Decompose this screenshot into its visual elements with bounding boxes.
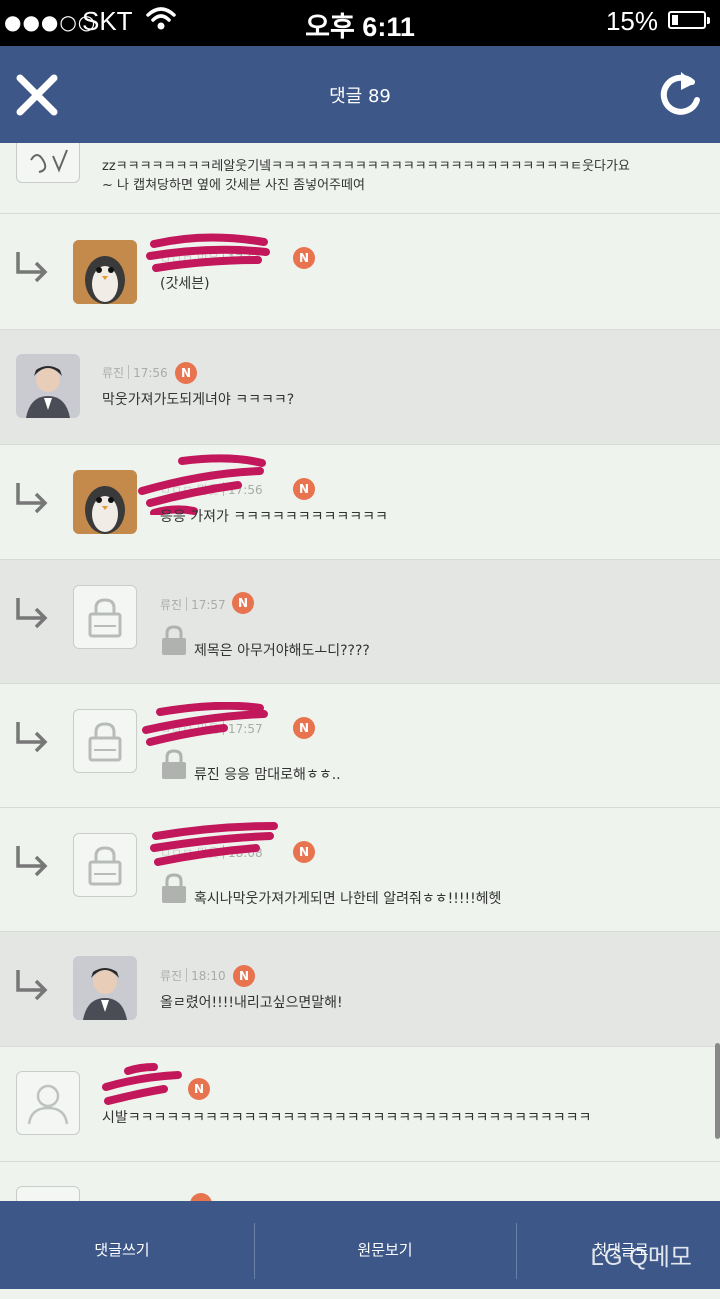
battery-percent: 15% xyxy=(605,6,658,36)
redaction-mark xyxy=(146,233,270,272)
divider xyxy=(254,1223,255,1279)
new-badge: N xyxy=(293,478,315,500)
lock-icon xyxy=(162,873,186,903)
new-badge: N xyxy=(188,1078,210,1100)
new-badge: N xyxy=(293,247,315,269)
locked-avatar xyxy=(73,709,137,773)
comment-text: 혹시나막웃가져가게되면 나한테 알려줘ㅎㅎ!!!!!헤헷 xyxy=(194,891,502,907)
view-original-button[interactable]: 원문보기 xyxy=(266,1201,504,1289)
user-photo-avatar xyxy=(16,354,80,418)
redaction-mark xyxy=(142,702,268,746)
reply-item[interactable]: 류진 18:10 N 올ㄹ렸어!!!!내리고싶으면말해! xyxy=(0,932,720,1047)
default-profile-avatar xyxy=(16,1186,80,1201)
comment-meta: 류진 17:57 xyxy=(160,597,226,612)
reply-arrow-icon xyxy=(16,970,48,1001)
new-badge: N xyxy=(175,362,197,384)
reply-item[interactable]: 류진 17:57 N 제목은 아무거야해도ㅗ디???? xyxy=(0,560,720,684)
reply-arrow-icon xyxy=(16,846,48,877)
penguin-avatar xyxy=(73,240,137,304)
comment-text: 제목은 아무거야해도ㅗ디???? xyxy=(194,643,370,659)
locked-avatar xyxy=(73,833,137,897)
comment-text: (갓세븐) xyxy=(160,276,210,292)
redaction-mark xyxy=(150,822,278,866)
comment-count-title: 댓글 89 xyxy=(329,86,391,107)
author-name: 류진 xyxy=(160,969,183,983)
comment-meta: 류진 18:10 xyxy=(160,968,226,983)
penguin-avatar xyxy=(73,470,137,534)
lock-icon xyxy=(162,749,186,779)
refresh-icon[interactable] xyxy=(652,66,708,122)
bottom-bar: 댓글쓰기 원문보기 첫댓글로 LG Q메모 xyxy=(0,1201,720,1289)
comment-item[interactable]: N 시발ㅋㅋㅋㅋㅋㅋㅋㅋㅋㅋㅋㅋㅋㅋㅋㅋㅋㅋㅋㅋㅋㅋㅋㅋㅋㅋㅋㅋㅋㅋㅋㅋㅋㅋㅋㅋ xyxy=(0,1047,720,1162)
comment-text: 시발ㅋㅋㅋㅋㅋㅋㅋㅋㅋㅋㅋㅋㅋㅋㅋㅋㅋㅋㅋㅋㅋㅋㅋㅋㅋㅋㅋㅋㅋㅋㅋㅋㅋㅋㅋㅋ xyxy=(102,1110,592,1126)
author-name: 류진 xyxy=(102,366,125,380)
default-profile-avatar xyxy=(16,1071,80,1135)
comment-meta: 류진 17:56 xyxy=(102,365,168,380)
scrollbar[interactable] xyxy=(715,1043,720,1139)
comment-text-line2: ~ 나 캡쳐당하면 옆에 갓세븐 사진 좀넣어주떼여 xyxy=(102,178,365,193)
comment-text: 류진 응응 맘대로해ㅎㅎ.. xyxy=(194,767,341,783)
locked-avatar xyxy=(73,585,137,649)
comment-text: 응응 가져가 ㅋㅋㅋㅋㅋㅋㅋㅋㅋㅋㅋㅋ xyxy=(160,509,388,525)
comment-item[interactable]: zzㅋㅋㅋㅋㅋㅋㅋㅋ레알웃기넼ㅋㅋㅋㅋㅋㅋㅋㅋㅋㅋㅋㅋㅋㅋㅋㅋㅋㅋㅋㅋㅋㅋㅋㅋㅋ… xyxy=(0,143,720,214)
comment-list[interactable]: zzㅋㅋㅋㅋㅋㅋㅋㅋ레알웃기넼ㅋㅋㅋㅋㅋㅋㅋㅋㅋㅋㅋㅋㅋㅋㅋㅋㅋㅋㅋㅋㅋㅋㅋㅋㅋ… xyxy=(0,143,720,1201)
doodle-avatar xyxy=(16,143,80,183)
status-bar: ●●●○○ SKT 오후 6:11 15% xyxy=(0,0,720,46)
lock-icon xyxy=(162,625,186,655)
new-badge: N xyxy=(233,965,255,987)
author-name: 류진 xyxy=(160,598,183,612)
top-bar: 댓글 89 xyxy=(0,46,720,143)
reply-arrow-icon xyxy=(16,598,48,629)
reply-arrow-icon xyxy=(16,483,48,514)
new-badge xyxy=(190,1193,212,1201)
comment-item[interactable]: 류진 17:56 N 막웃가져가도되게녀야 ㅋㅋㅋㅋ? xyxy=(0,330,720,445)
new-badge: N xyxy=(293,717,315,739)
reply-arrow-icon xyxy=(16,252,48,283)
comment-text: 올ㄹ렸어!!!!내리고싶으면말해! xyxy=(160,995,343,1011)
write-comment-button[interactable]: 댓글쓰기 xyxy=(3,1201,241,1289)
reply-item[interactable]: ㅁㅁㅁ 맘웃 18:08 N 혹시나막웃가져가게되면 나한테 알려줘ㅎㅎ!!!!!… xyxy=(0,808,720,932)
reply-arrow-icon xyxy=(16,722,48,753)
reply-item[interactable]: ㅁㅁㅁ 맘웃 17:56 N 응응 가져가 ㅋㅋㅋㅋㅋㅋㅋㅋㅋㅋㅋㅋ xyxy=(0,445,720,560)
comment-text: zzㅋㅋㅋㅋㅋㅋㅋㅋ레알웃기넼ㅋㅋㅋㅋㅋㅋㅋㅋㅋㅋㅋㅋㅋㅋㅋㅋㅋㅋㅋㅋㅋㅋㅋㅋㅋ… xyxy=(102,159,630,174)
lg-qmemo-watermark: LG Q메모 xyxy=(590,1244,692,1271)
redaction-mark xyxy=(102,1063,182,1105)
comment-item[interactable] xyxy=(0,1162,720,1201)
battery-icon xyxy=(668,11,710,29)
new-badge: N xyxy=(293,841,315,863)
user-photo-avatar xyxy=(73,956,137,1020)
new-badge: N xyxy=(232,592,254,614)
reply-item[interactable]: ㅁㅁㅁ 맘웃 17:57 N 류진 응응 맘대로해ㅎㅎ.. xyxy=(0,684,720,808)
reply-item[interactable]: ㅁㅁㅁ 맘웃 17:56 N (갓세븐) xyxy=(0,214,720,330)
comment-text: 막웃가져가도되게녀야 ㅋㅋㅋㅋ? xyxy=(102,392,295,408)
